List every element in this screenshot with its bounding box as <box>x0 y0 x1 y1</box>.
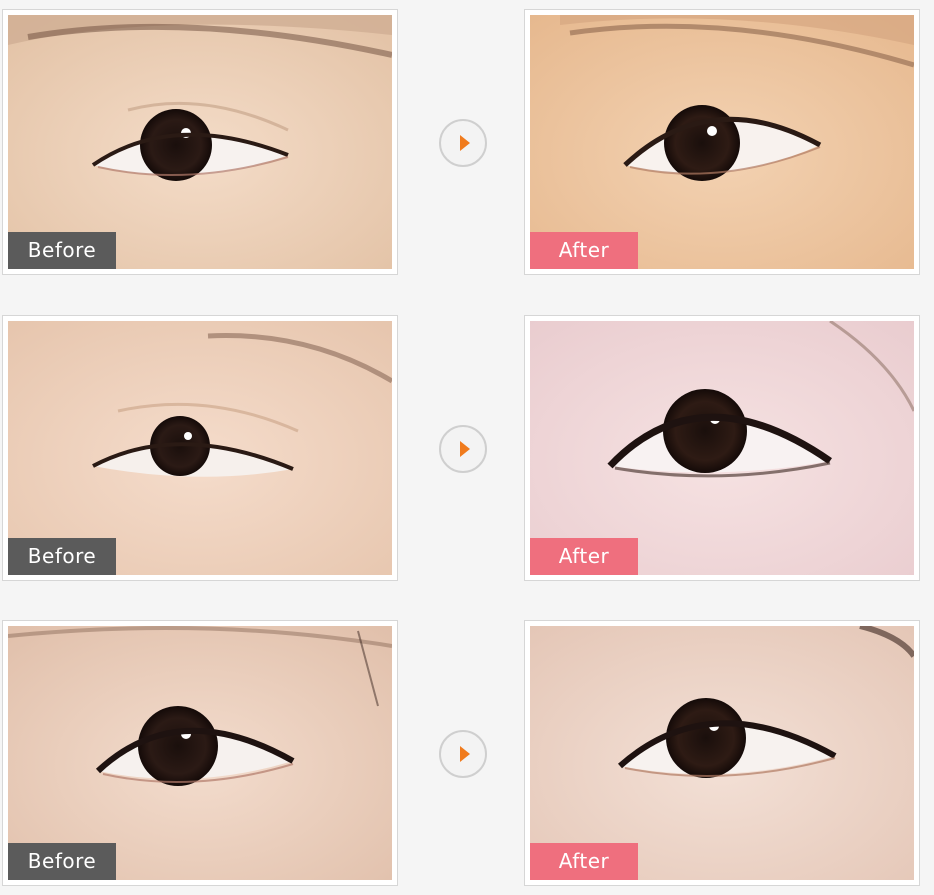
before-eye-photo: Before <box>8 626 392 880</box>
before-eye-photo: Before <box>8 15 392 269</box>
play-arrow-icon <box>460 441 470 457</box>
after-badge: After <box>530 232 638 269</box>
after-photo-frame: After <box>524 620 920 886</box>
after-photo-frame: After <box>524 9 920 275</box>
next-arrow-button[interactable] <box>439 119 487 167</box>
after-eye-photo: After <box>530 321 914 575</box>
before-photo-frame: Before <box>2 9 398 275</box>
before-photo-frame: Before <box>2 620 398 886</box>
play-arrow-icon <box>460 135 470 151</box>
before-badge: Before <box>8 843 116 880</box>
comparison-row-2: Before After <box>0 315 934 583</box>
before-eye-photo: Before <box>8 321 392 575</box>
comparison-row-1: Before After <box>0 9 934 277</box>
after-photo-frame: After <box>524 315 920 581</box>
before-badge: Before <box>8 538 116 575</box>
play-arrow-icon <box>460 746 470 762</box>
next-arrow-button[interactable] <box>439 730 487 778</box>
comparison-row-3: Before After <box>0 620 934 888</box>
before-photo-frame: Before <box>2 315 398 581</box>
after-badge: After <box>530 538 638 575</box>
after-eye-photo: After <box>530 626 914 880</box>
after-badge: After <box>530 843 638 880</box>
before-badge: Before <box>8 232 116 269</box>
next-arrow-button[interactable] <box>439 425 487 473</box>
after-eye-photo: After <box>530 15 914 269</box>
